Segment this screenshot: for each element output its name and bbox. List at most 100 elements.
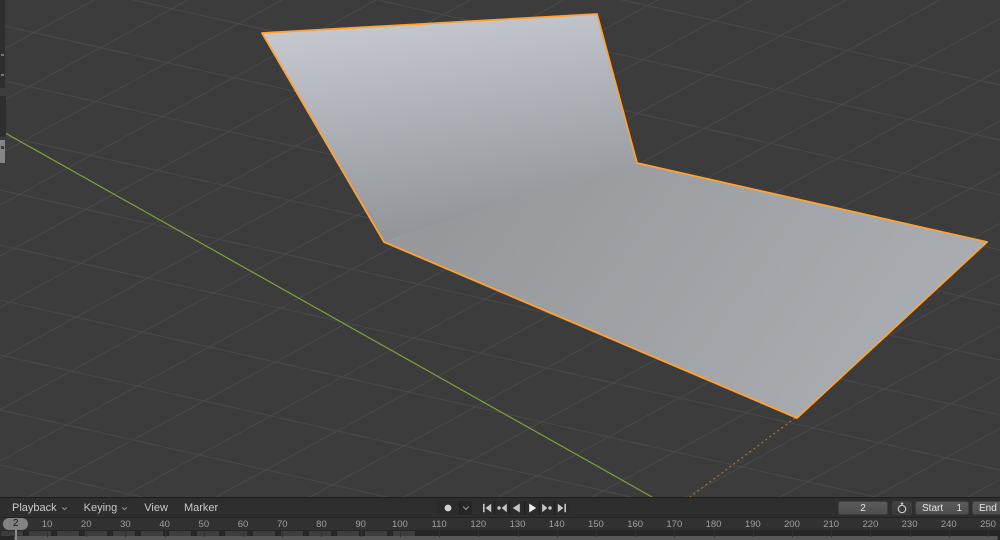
frame-tick	[204, 530, 205, 537]
frame-tick	[674, 530, 675, 537]
frame-tick	[596, 530, 597, 537]
chevron-down-icon	[121, 506, 128, 511]
stopwatch-icon	[896, 502, 908, 514]
cache-segment	[169, 531, 191, 536]
playhead-line[interactable]	[15, 530, 17, 540]
frame-tick	[439, 530, 440, 537]
jump-to-start-icon	[481, 503, 493, 513]
selected-mesh-object[interactable]	[262, 14, 987, 418]
playback-buttons-group	[480, 501, 569, 515]
next-keyframe-button[interactable]	[540, 501, 554, 515]
ruler-tick-label: 240	[941, 519, 957, 530]
cache-segment	[85, 531, 107, 536]
start-value: 1	[956, 503, 969, 514]
viewport-canvas	[0, 0, 1000, 497]
ruler-tick-label: 80	[316, 519, 327, 530]
cache-segment	[197, 531, 219, 536]
current-frame-value: 2	[860, 503, 866, 514]
ruler-tick-label: 230	[902, 519, 918, 530]
use-preview-range-button[interactable]	[892, 501, 912, 515]
frame-tick	[321, 530, 322, 537]
ruler-tick-label: 40	[159, 519, 170, 530]
ruler-tick-label: 250	[980, 519, 996, 530]
record-options-dropdown[interactable]	[460, 501, 472, 515]
frame-tick	[714, 530, 715, 537]
play-reverse-icon	[511, 503, 523, 513]
frame-tick	[125, 530, 126, 537]
cache-segment	[57, 531, 79, 536]
timeline-track-area[interactable]	[0, 530, 1000, 540]
frame-tick	[753, 530, 754, 537]
horizontal-scrollbar[interactable]	[14, 536, 998, 540]
menu-label: Marker	[184, 502, 218, 514]
record-group	[437, 501, 472, 515]
chevron-down-icon	[61, 506, 68, 511]
ruler-tick-label: 10	[42, 519, 53, 530]
play-button[interactable]	[525, 501, 539, 515]
next-keyframe-icon	[541, 503, 553, 513]
start-frame-field[interactable]: Start 1	[915, 501, 969, 515]
menu-label: Playback	[12, 502, 57, 514]
record-circle-icon	[442, 503, 454, 513]
ruler-tick-label: 20	[81, 519, 92, 530]
chevron-down-icon	[462, 505, 470, 511]
menu-label: Keying	[84, 502, 118, 514]
end-frame-field[interactable]: End	[972, 501, 1000, 515]
play-icon	[526, 503, 538, 513]
playhead-current-frame[interactable]: 2	[3, 518, 28, 530]
menu-playback[interactable]: Playback	[4, 498, 76, 518]
ruler-tick-label: 200	[784, 519, 800, 530]
record-button[interactable]	[437, 501, 459, 515]
frame-tick	[949, 530, 950, 537]
previous-keyframe-button[interactable]	[495, 501, 509, 515]
jump-to-end-icon	[556, 503, 568, 513]
frame-tick	[831, 530, 832, 537]
cache-segment	[365, 531, 387, 536]
jump-to-start-button[interactable]	[480, 501, 494, 515]
ruler-tick-label: 120	[470, 519, 486, 530]
frame-tick	[478, 530, 479, 537]
ruler-tick-label: 180	[706, 519, 722, 530]
frame-tick	[870, 530, 871, 537]
ruler-tick-label: 110	[432, 519, 447, 530]
frame-tick	[243, 530, 244, 537]
frame-tick	[557, 530, 558, 537]
frame-tick	[518, 530, 519, 537]
ruler-tick-label: 150	[588, 519, 604, 530]
viewport-3d[interactable]	[0, 0, 1000, 497]
timeline-menubar: Playback Keying View Marker	[4, 498, 226, 518]
jump-to-end-button[interactable]	[555, 501, 569, 515]
timeline-ruler[interactable]: 1020304050607080901001101201301401501601…	[0, 518, 1000, 530]
frame-tick	[165, 530, 166, 537]
ruler-tick-label: 140	[549, 519, 565, 530]
frame-tick	[86, 530, 87, 537]
menu-keying[interactable]: Keying	[76, 498, 137, 518]
relationship-dashed-line	[690, 418, 795, 497]
previous-keyframe-icon	[496, 503, 508, 513]
frame-tick	[635, 530, 636, 537]
play-reverse-button[interactable]	[510, 501, 524, 515]
frame-tick	[792, 530, 793, 537]
cropped-toolbar-piece	[0, 140, 5, 163]
timeline-panel: Playback Keying View Marker 2	[0, 497, 1000, 540]
frame-tick	[988, 530, 989, 537]
cache-segment	[309, 531, 331, 536]
ruler-tick-label: 50	[199, 519, 210, 530]
cache-segment	[393, 531, 415, 536]
menu-marker[interactable]: Marker	[176, 498, 226, 518]
cropped-toolbar-mark	[1, 74, 4, 76]
frame-tick	[282, 530, 283, 537]
menu-view[interactable]: View	[136, 498, 176, 518]
ruler-tick-label: 30	[120, 519, 131, 530]
cache-segment	[113, 531, 135, 536]
cache-segment	[1, 531, 23, 536]
ruler-tick-label: 60	[238, 519, 249, 530]
ruler-tick-label: 210	[823, 519, 839, 530]
cache-segment	[141, 531, 163, 536]
frame-tick	[400, 530, 401, 537]
current-frame-field[interactable]: 2	[838, 501, 888, 515]
end-label: End	[972, 503, 997, 514]
cropped-toolbar-piece	[0, 96, 6, 137]
ruler-tick-label: 70	[277, 519, 288, 530]
ruler-tick-label: 130	[510, 519, 526, 530]
